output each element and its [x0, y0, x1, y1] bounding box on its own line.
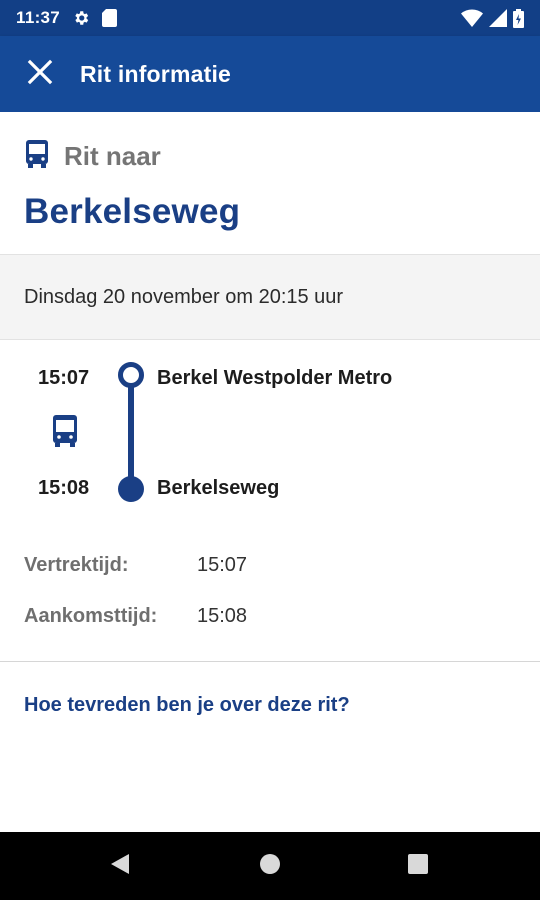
- bus-icon: [24, 139, 50, 174]
- bus-icon: [52, 414, 78, 453]
- trip-date: Dinsdag 20 november om 20:15 uur: [24, 285, 344, 308]
- page-title: Rit informatie: [80, 60, 232, 87]
- arrival-time: 15:08: [38, 477, 90, 499]
- app-bar: Rit informatie: [0, 36, 540, 112]
- trip-heading-label: Rit naar: [64, 141, 161, 171]
- trip-heading: Rit naar: [24, 139, 161, 174]
- gear-icon: [72, 9, 90, 27]
- battery-icon: [513, 8, 524, 28]
- close-button[interactable]: [0, 36, 80, 112]
- close-icon: [27, 59, 53, 90]
- arrival-stop: Berkelseweg: [157, 477, 280, 499]
- trip-details: Vertrektijd: 15:07 Aankomsttijd: 15:08: [24, 540, 247, 642]
- departure-row: Vertrektijd: 15:07: [24, 540, 247, 591]
- departure-time: 15:07: [38, 367, 90, 389]
- departure-label: Vertrektijd:: [24, 554, 129, 576]
- status-bar: 11:37: [0, 0, 540, 36]
- recents-icon: [407, 853, 429, 880]
- divider: [0, 661, 540, 662]
- wifi-icon: [461, 9, 483, 27]
- trip-destination: Berkelseweg: [24, 192, 241, 231]
- feedback-link[interactable]: Hoe tevreden ben je over deze rit?: [24, 694, 350, 717]
- home-button[interactable]: [230, 832, 310, 900]
- trip-date-section: Dinsdag 20 november om 20:15 uur: [0, 254, 540, 340]
- arrival-row: Aankomsttijd: 15:08: [24, 591, 247, 642]
- trip-header: Rit naar Berkelseweg: [0, 112, 540, 254]
- home-icon: [259, 853, 281, 880]
- back-icon: [109, 852, 131, 881]
- trip-timeline: 15:07 Berkel Westpolder Metro 15:08 Berk…: [0, 340, 540, 530]
- sd-card-icon: [102, 9, 118, 27]
- recents-button[interactable]: [378, 832, 458, 900]
- navigation-bar: [0, 832, 540, 900]
- departure-stop: Berkel Westpolder Metro: [157, 367, 393, 389]
- departure-value: 15:07: [197, 554, 248, 576]
- signal-icon: [489, 9, 507, 27]
- arrival-value: 15:08: [197, 605, 248, 627]
- back-button[interactable]: [80, 832, 160, 900]
- status-time: 11:37: [16, 8, 61, 27]
- arrival-label: Aankomsttijd:: [24, 605, 158, 627]
- route-line: [118, 362, 144, 502]
